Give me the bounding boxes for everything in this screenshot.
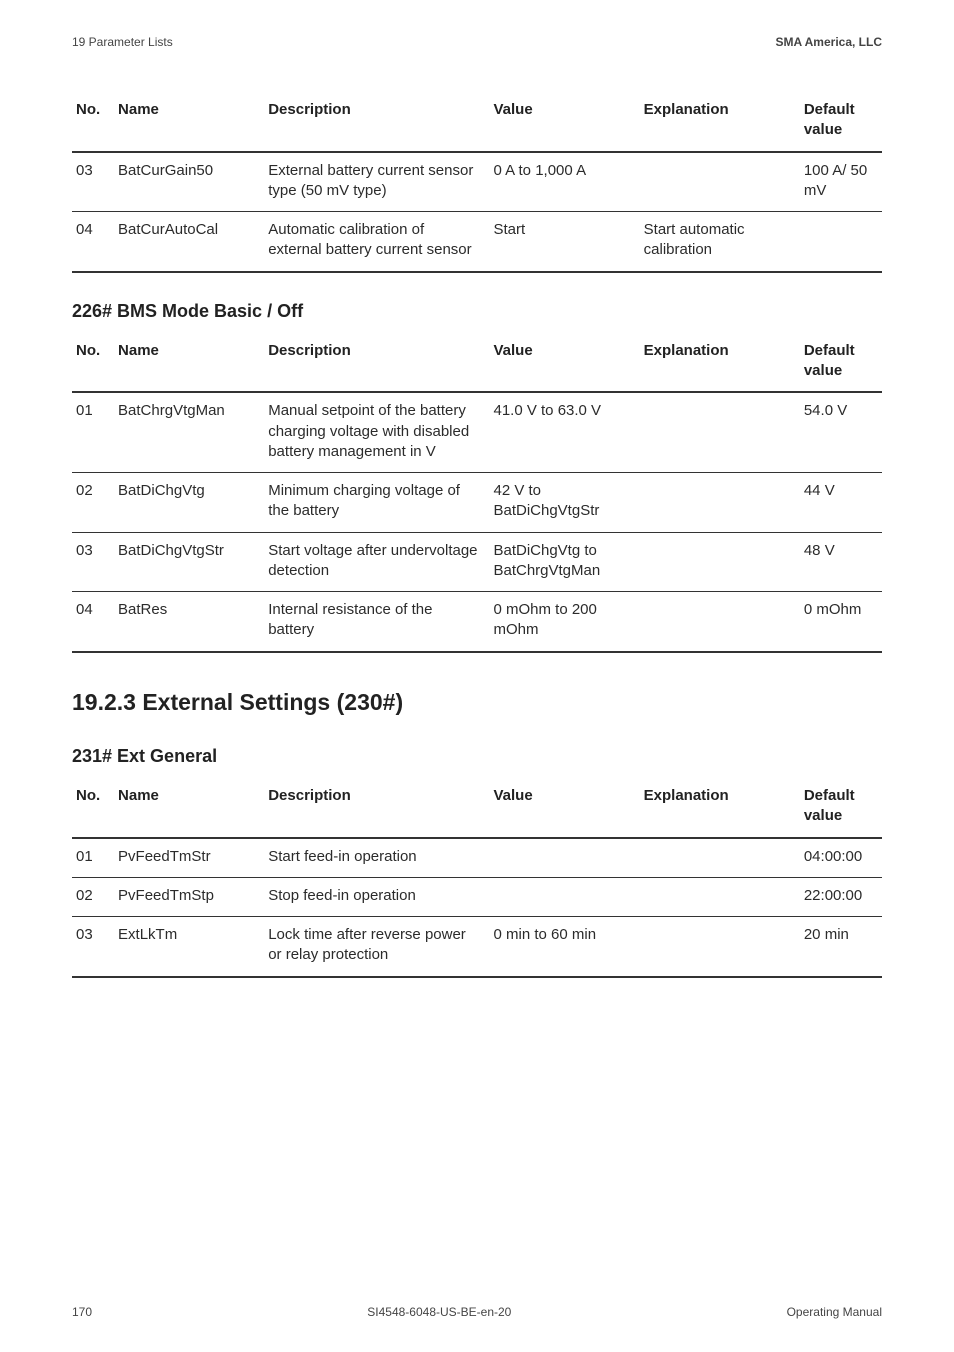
- table-row: 04 BatRes Internal resistance of the bat…: [72, 592, 882, 652]
- cell-def: [800, 212, 882, 272]
- th-exp: Explanation: [640, 92, 800, 152]
- cell-exp: [640, 532, 800, 592]
- table-row: 02 BatDiChgVtg Minimum charging voltage …: [72, 473, 882, 533]
- table-a: No. Name Description Value Explanation D…: [72, 92, 882, 273]
- cell-desc: Minimum charging voltage of the battery: [264, 473, 489, 533]
- cell-exp: [640, 592, 800, 652]
- table-row: 04 BatCurAutoCal Automatic calibration o…: [72, 212, 882, 272]
- table-c: No. Name Description Value Explanation D…: [72, 778, 882, 978]
- cell-def: 54.0 V: [800, 392, 882, 472]
- table-header-row: No. Name Description Value Explanation D…: [72, 92, 882, 152]
- th-val: Value: [489, 778, 639, 838]
- cell-name: BatChrgVtgMan: [114, 392, 264, 472]
- cell-val: [489, 838, 639, 878]
- table-row: 03 BatDiChgVtgStr Start voltage after un…: [72, 532, 882, 592]
- th-name: Name: [114, 92, 264, 152]
- cell-exp: Start automatic calibration: [640, 212, 800, 272]
- cell-no: 03: [72, 917, 114, 977]
- cell-desc: Internal resistance of the battery: [264, 592, 489, 652]
- cell-def: 20 min: [800, 917, 882, 977]
- cell-val: [489, 877, 639, 916]
- table-row: 03 ExtLkTm Lock time after reverse power…: [72, 917, 882, 977]
- cell-exp: [640, 392, 800, 472]
- cell-desc: Lock time after reverse power or relay p…: [264, 917, 489, 977]
- th-def: Default value: [800, 333, 882, 393]
- th-no: No.: [72, 778, 114, 838]
- header-left: 19 Parameter Lists: [72, 34, 173, 50]
- footer-doc: Operating Manual: [787, 1304, 882, 1320]
- th-desc: Description: [264, 778, 489, 838]
- footer-bar: 170 SI4548-6048-US-BE-en-20 Operating Ma…: [72, 1304, 882, 1320]
- cell-no: 03: [72, 532, 114, 592]
- cell-name: ExtLkTm: [114, 917, 264, 977]
- cell-name: PvFeedTmStr: [114, 838, 264, 878]
- th-exp: Explanation: [640, 333, 800, 393]
- cell-val: 0 min to 60 min: [489, 917, 639, 977]
- th-def: Default value: [800, 778, 882, 838]
- cell-def: 04:00:00: [800, 838, 882, 878]
- th-desc: Description: [264, 92, 489, 152]
- cell-def: 0 mOhm: [800, 592, 882, 652]
- th-exp: Explanation: [640, 778, 800, 838]
- cell-exp: [640, 152, 800, 212]
- cell-def: 48 V: [800, 532, 882, 592]
- cell-no: 01: [72, 838, 114, 878]
- cell-no: 04: [72, 212, 114, 272]
- footer-code: SI4548-6048-US-BE-en-20: [367, 1304, 511, 1320]
- footer-page: 170: [72, 1304, 92, 1320]
- cell-desc: Automatic calibration of external batter…: [264, 212, 489, 272]
- cell-val: Start: [489, 212, 639, 272]
- cell-exp: [640, 838, 800, 878]
- cell-desc: External battery current sensor type (50…: [264, 152, 489, 212]
- subchapter-title: 19.2.3 External Settings (230#): [72, 687, 882, 718]
- cell-no: 03: [72, 152, 114, 212]
- cell-desc: Start feed-in operation: [264, 838, 489, 878]
- table-header-row: No. Name Description Value Explanation D…: [72, 333, 882, 393]
- cell-def: 22:00:00: [800, 877, 882, 916]
- table-row: 01 PvFeedTmStr Start feed-in operation 0…: [72, 838, 882, 878]
- cell-def: 44 V: [800, 473, 882, 533]
- table-row: 03 BatCurGain50 External battery current…: [72, 152, 882, 212]
- section-c-title: 231# Ext General: [72, 744, 882, 768]
- th-val: Value: [489, 333, 639, 393]
- table-b: No. Name Description Value Explanation D…: [72, 333, 882, 653]
- cell-no: 04: [72, 592, 114, 652]
- cell-desc: Stop feed-in operation: [264, 877, 489, 916]
- cell-val: 0 mOhm to 200 mOhm: [489, 592, 639, 652]
- table-row: 01 BatChrgVtgMan Manual setpoint of the …: [72, 392, 882, 472]
- cell-val: BatDiChgVtg to BatChrgVtgMan: [489, 532, 639, 592]
- cell-name: BatRes: [114, 592, 264, 652]
- header-bar: 19 Parameter Lists SMA America, LLC: [72, 34, 882, 50]
- cell-name: BatCurAutoCal: [114, 212, 264, 272]
- cell-name: PvFeedTmStp: [114, 877, 264, 916]
- cell-val: 41.0 V to 63.0 V: [489, 392, 639, 472]
- table-header-row: No. Name Description Value Explanation D…: [72, 778, 882, 838]
- cell-name: BatDiChgVtgStr: [114, 532, 264, 592]
- cell-name: BatDiChgVtg: [114, 473, 264, 533]
- cell-desc: Manual setpoint of the battery charging …: [264, 392, 489, 472]
- cell-no: 01: [72, 392, 114, 472]
- table-row: 02 PvFeedTmStp Stop feed-in operation 22…: [72, 877, 882, 916]
- cell-exp: [640, 473, 800, 533]
- cell-val: 0 A to 1,000 A: [489, 152, 639, 212]
- cell-exp: [640, 877, 800, 916]
- th-name: Name: [114, 778, 264, 838]
- section-b-title: 226# BMS Mode Basic / Off: [72, 299, 882, 323]
- cell-name: BatCurGain50: [114, 152, 264, 212]
- th-name: Name: [114, 333, 264, 393]
- th-val: Value: [489, 92, 639, 152]
- th-no: No.: [72, 92, 114, 152]
- cell-def: 100 A/ 50 mV: [800, 152, 882, 212]
- cell-exp: [640, 917, 800, 977]
- th-desc: Description: [264, 333, 489, 393]
- cell-no: 02: [72, 473, 114, 533]
- cell-desc: Start voltage after undervoltage detecti…: [264, 532, 489, 592]
- th-no: No.: [72, 333, 114, 393]
- header-right: SMA America, LLC: [776, 34, 882, 50]
- cell-no: 02: [72, 877, 114, 916]
- th-def: Default value: [800, 92, 882, 152]
- cell-val: 42 V to BatDiChgVtgStr: [489, 473, 639, 533]
